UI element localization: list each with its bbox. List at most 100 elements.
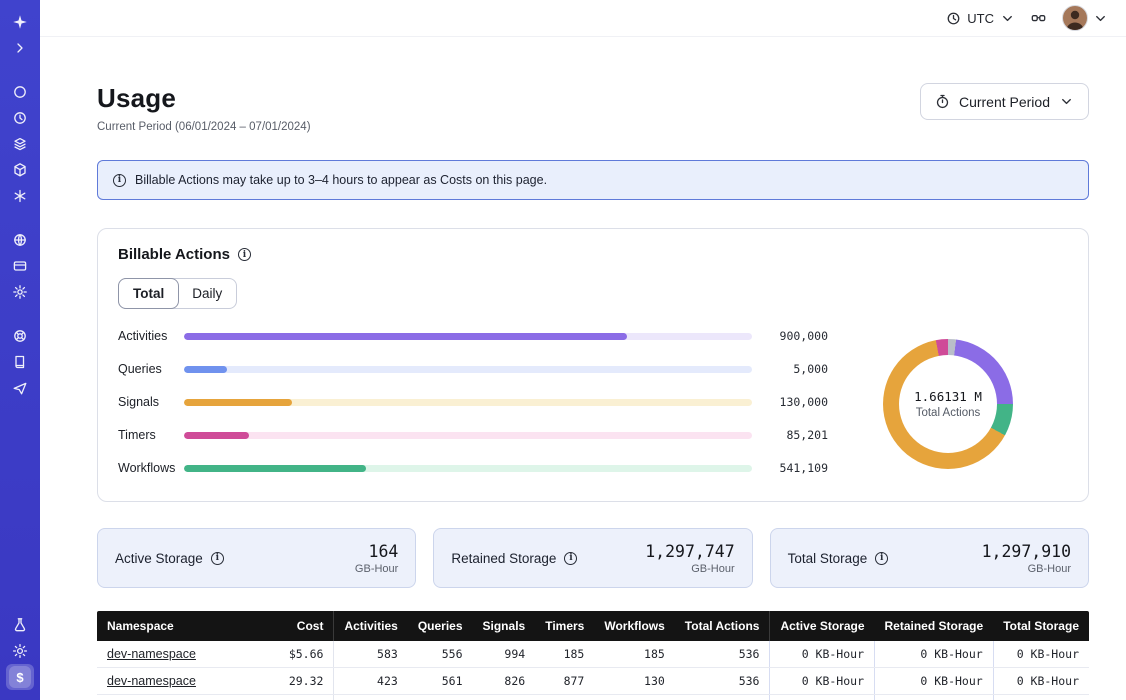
cell-signals: 826 (473, 668, 536, 695)
lifebuoy-icon (12, 328, 28, 344)
bar-fill (184, 465, 366, 472)
cell-timers: 877 (535, 668, 594, 695)
sidebar-item-settings[interactable] (6, 279, 34, 305)
bar-value: 541,109 (752, 461, 828, 475)
sidebar-item-support[interactable] (6, 323, 34, 349)
cell-activities: 583 (334, 641, 408, 668)
cell-total-actions: 536 (675, 668, 770, 695)
sun-icon (12, 643, 28, 659)
sidebar-item-docs[interactable] (6, 349, 34, 375)
stopwatch-icon (935, 94, 950, 109)
flask-icon (12, 617, 28, 633)
namespace-link[interactable]: dev-namespace (107, 674, 196, 688)
cell-activities: 492 (334, 695, 408, 700)
sidebar-item-schedules[interactable] (6, 183, 34, 209)
account-menu[interactable] (1062, 5, 1108, 31)
storage-card-label: Active Storage (115, 551, 203, 566)
cell-retained-storage: 0 KB-Hour (875, 695, 994, 700)
cell-workflows: 185 (594, 641, 674, 668)
billable-actions-card: Billable Actions Total Daily Activities … (97, 228, 1089, 502)
cell-active-storage: 0 KB-Hour (770, 695, 875, 700)
gear-icon (12, 284, 28, 300)
cell-retained-storage: 0 KB-Hour (875, 668, 994, 695)
sidebar-collapse-button[interactable] (6, 35, 34, 61)
col-workflows: Workflows (594, 611, 674, 641)
bar-row-workflows: Workflows 541,109 (118, 461, 828, 475)
page-title: Usage (97, 83, 311, 114)
sidebar-item-billing[interactable] (6, 253, 34, 279)
info-icon[interactable] (211, 552, 224, 565)
bar-value: 85,201 (752, 428, 828, 442)
col-total-storage: Total Storage (993, 611, 1089, 641)
timezone-selector[interactable]: UTC (946, 11, 1015, 26)
history-icon (12, 110, 28, 126)
donut-total-label: Total Actions (916, 407, 981, 419)
sidebar-item-history[interactable] (6, 105, 34, 131)
asterisk-icon (12, 188, 28, 204)
bar-label: Workflows (118, 461, 184, 475)
cell-activities: 423 (334, 668, 408, 695)
col-activities: Activities (334, 611, 408, 641)
info-icon[interactable] (238, 248, 251, 261)
table-header-row: Namespace Cost Activities Queries Signal… (97, 611, 1089, 641)
cell-signals: 994 (473, 641, 536, 668)
sidebar-item-feedback[interactable] (6, 375, 34, 401)
bar-track (184, 399, 752, 406)
bar-label: Timers (118, 428, 184, 442)
bar-fill (184, 432, 249, 439)
cell-total-actions: 130 (675, 695, 770, 700)
chevron-right-icon (12, 40, 28, 56)
cell-timers: 185 (535, 641, 594, 668)
storage-summary-row: Active Storage 164 GB-Hour Retained Stor… (97, 528, 1089, 588)
table-row: dev-namespace $3.35 492 536 883 816 600 … (97, 695, 1089, 700)
col-queries: Queries (408, 611, 473, 641)
bar-fill (184, 366, 227, 373)
topbar: UTC (40, 0, 1126, 37)
layers-icon (12, 136, 28, 152)
cell-retained-storage: 0 KB-Hour (875, 641, 994, 668)
tab-daily[interactable]: Daily (178, 279, 236, 308)
sidebar-item-deployments[interactable] (6, 157, 34, 183)
storage-card-unit: GB-Hour (355, 563, 398, 575)
tab-total[interactable]: Total (118, 278, 179, 309)
cell-total-storage: 0 KB-Hour (993, 695, 1089, 700)
col-cost: Cost (279, 611, 334, 641)
cell-signals: 883 (473, 695, 536, 700)
storage-card-unit: GB-Hour (982, 563, 1071, 575)
namespaces-icon (12, 84, 28, 100)
period-button-label: Current Period (959, 94, 1050, 110)
sidebar-item-theme[interactable] (6, 638, 34, 664)
sidebar-item-labs[interactable] (6, 612, 34, 638)
billable-actions-chart: Activities 900,000 Queries 5,000 Signals… (118, 329, 1068, 479)
bar-row-signals: Signals 130,000 (118, 395, 828, 409)
cell-queries: 536 (408, 695, 473, 700)
total-daily-toggle: Total Daily (118, 278, 237, 309)
bar-track (184, 366, 752, 373)
billable-actions-title: Billable Actions (118, 246, 230, 263)
goggles-icon[interactable] (1031, 11, 1046, 26)
cell-cost: $5.66 (279, 641, 334, 668)
cube-icon (12, 162, 28, 178)
chevron-down-icon (1000, 11, 1015, 26)
cell-cost: $3.35 (279, 695, 334, 700)
storage-card-value: 1,297,910 (982, 542, 1071, 561)
sidebar-item-namespaces[interactable] (6, 79, 34, 105)
table-row: dev-namespace $5.66 583 556 994 185 185 … (97, 641, 1089, 668)
active-storage-card: Active Storage 164 GB-Hour (97, 528, 416, 588)
bar-label: Signals (118, 395, 184, 409)
bar-track (184, 465, 752, 472)
cell-workflows: 600 (594, 695, 674, 700)
sidebar-item-layers[interactable] (6, 131, 34, 157)
cell-active-storage: 0 KB-Hour (770, 641, 875, 668)
info-icon[interactable] (564, 552, 577, 565)
retained-storage-card: Retained Storage 1,297,747 GB-Hour (433, 528, 752, 588)
rocket-icon (12, 380, 28, 396)
sidebar-item-cloud[interactable] (6, 227, 34, 253)
sidebar-item-usage[interactable] (6, 664, 34, 690)
cell-timers: 816 (535, 695, 594, 700)
app-logo[interactable] (6, 9, 34, 35)
period-selector-button[interactable]: Current Period (920, 83, 1089, 120)
cell-queries: 556 (408, 641, 473, 668)
namespace-link[interactable]: dev-namespace (107, 647, 196, 661)
info-icon[interactable] (875, 552, 888, 565)
